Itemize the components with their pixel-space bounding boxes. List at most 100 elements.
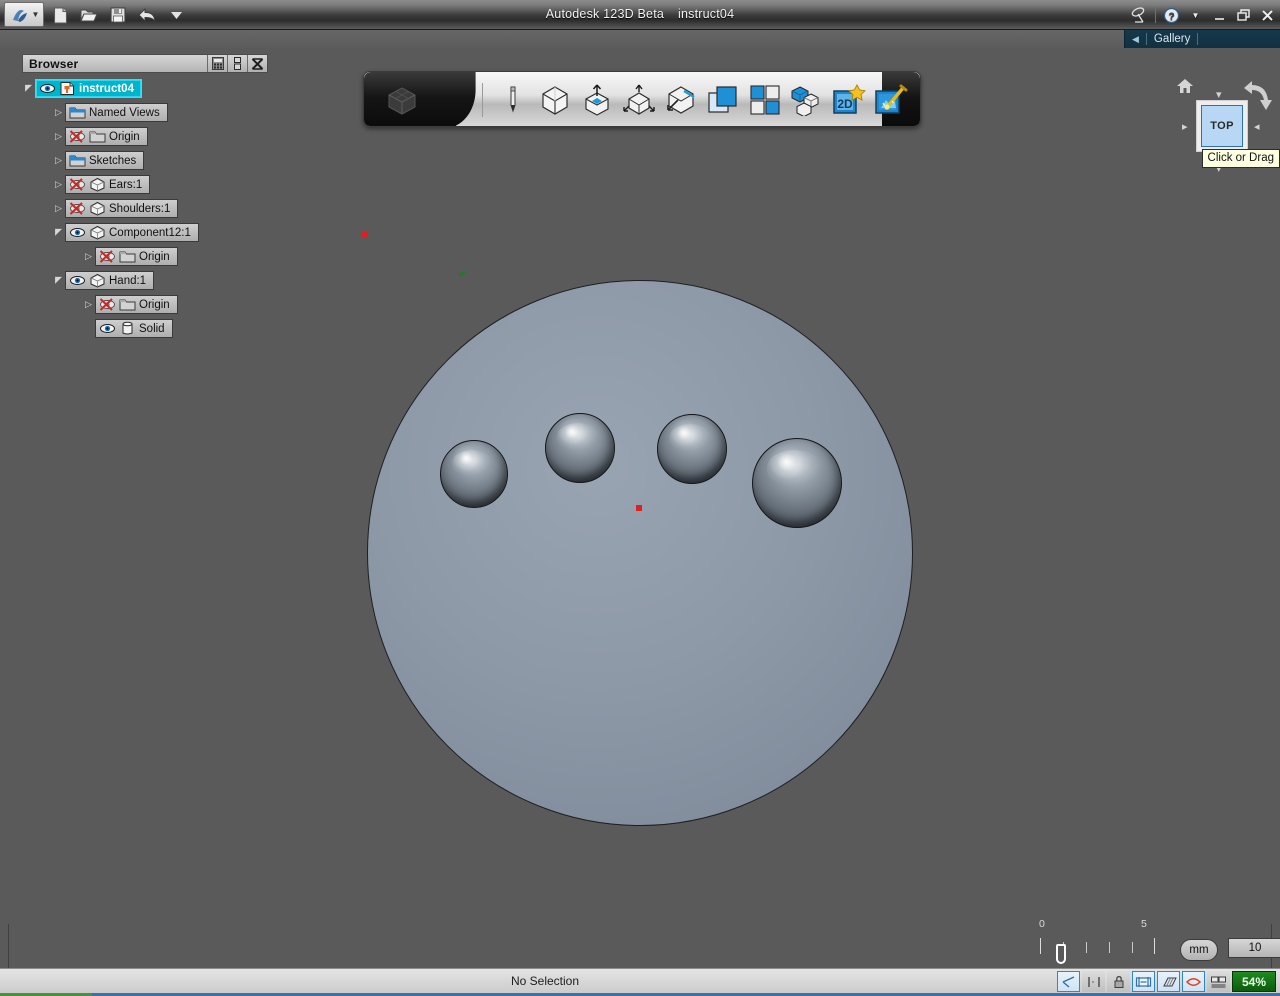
viewcube-arrow-right-icon[interactable]: ◂: [1254, 120, 1260, 133]
sphere-1[interactable]: [440, 440, 508, 508]
tree-item-sketches[interactable]: Sketches: [65, 151, 145, 170]
undo-icon[interactable]: [137, 5, 157, 25]
viewcube-face-label[interactable]: TOP: [1201, 105, 1243, 147]
zoom-level[interactable]: 54%: [1232, 971, 1276, 992]
tree-expand-open-icon[interactable]: ◢: [52, 276, 65, 286]
save-file-icon[interactable]: [108, 5, 128, 25]
tree-expand-open-icon[interactable]: ◢: [22, 84, 35, 94]
combine-icon[interactable]: [705, 81, 741, 119]
tree-item-instruct04[interactable]: instruct04: [35, 79, 142, 98]
lock-icon[interactable]: [1107, 971, 1130, 992]
eye-icon[interactable]: [39, 81, 56, 96]
toolbar-buttons[interactable]: 2D: [476, 72, 920, 126]
sphere-2[interactable]: [545, 413, 615, 483]
model-tree[interactable]: ◢ instruct04 ▷ Named Views ▷ Origin ▷ Sketches ▷…: [22, 78, 268, 339]
tree-item-origin[interactable]: Origin: [95, 295, 178, 314]
constraint-icon[interactable]: [1182, 971, 1205, 992]
tree-item-solid[interactable]: Solid: [95, 319, 173, 338]
material-wand-icon[interactable]: [873, 81, 909, 119]
tree-expand-closed-icon[interactable]: ▷: [52, 180, 65, 189]
tree-row[interactable]: ▷ Ears:1: [22, 174, 268, 195]
2d-drawing-icon[interactable]: 2D: [831, 81, 867, 119]
tree-expand-closed-icon[interactable]: ▷: [82, 252, 95, 261]
eye-icon[interactable]: [99, 321, 116, 336]
scale-ruler[interactable]: 0 5 1 mm 10: [1030, 916, 1280, 968]
browser-panel[interactable]: Browser ◢ instruct04 ▷ Named Views ▷ Ori…: [22, 54, 268, 342]
gallery-collapse-icon[interactable]: ◀: [1132, 34, 1139, 45]
sphere-3[interactable]: [657, 414, 727, 484]
tree-row[interactable]: ◢ Component12:1: [22, 222, 268, 243]
tree-row[interactable]: ◢ Hand:1: [22, 270, 268, 291]
select-tool-icon[interactable]: [1057, 971, 1080, 992]
assembly-icon[interactable]: [789, 81, 825, 119]
tree-item-origin[interactable]: Origin: [65, 127, 148, 146]
modify-icon[interactable]: [621, 81, 657, 119]
tree-expand-closed-icon[interactable]: ▷: [82, 300, 95, 309]
tree-row[interactable]: ▷ Shoulders:1: [22, 198, 268, 219]
browser-title: Browser: [29, 56, 79, 71]
tree-row[interactable]: ▷ Origin: [22, 246, 268, 267]
eye-off-icon[interactable]: [69, 129, 86, 144]
tree-expand-closed-icon[interactable]: ▷: [52, 204, 65, 213]
tree-item-shoulders-1[interactable]: Shoulders:1: [65, 199, 179, 218]
browser-dock-icon[interactable]: [227, 55, 247, 72]
tree-item-component12-1[interactable]: Component12:1: [65, 223, 199, 242]
scale-max-value[interactable]: 10: [1228, 938, 1280, 958]
tree-row[interactable]: ▷ Sketches: [22, 150, 268, 171]
help-dropdown-icon[interactable]: ▼: [1187, 5, 1204, 25]
model-disk[interactable]: [367, 280, 913, 826]
help-icon[interactable]: ?: [1163, 5, 1180, 25]
status-toggles[interactable]: 54%: [1057, 971, 1276, 992]
primitive-cube-icon[interactable]: [537, 81, 573, 119]
grid-icon[interactable]: [1157, 971, 1180, 992]
new-file-icon[interactable]: [50, 5, 70, 25]
viewcube-arrow-left-icon[interactable]: ▸: [1182, 120, 1188, 133]
measure-icon[interactable]: [1082, 971, 1105, 992]
sketch-pencil-icon[interactable]: [495, 81, 531, 119]
restore-icon[interactable]: [1235, 5, 1252, 25]
tree-expand-closed-icon[interactable]: ▷: [52, 132, 65, 141]
gallery-label[interactable]: Gallery: [1154, 33, 1190, 45]
close-icon[interactable]: [1259, 5, 1276, 25]
eye-off-icon[interactable]: [99, 297, 116, 312]
window-controls[interactable]: ? ▼: [1131, 3, 1276, 27]
view-split-icon[interactable]: [1207, 971, 1230, 992]
customize-quick-access-icon[interactable]: [166, 5, 186, 25]
viewcube-face[interactable]: TOP: [1196, 100, 1248, 152]
tree-row[interactable]: ◢ instruct04: [22, 78, 268, 99]
viewcube[interactable]: ▾ ▸ ◂ ▾ TOP Click or Drag: [1160, 70, 1280, 180]
autodesk-123d-logo-icon[interactable]: ▼: [4, 2, 44, 27]
tree-item-hand-1[interactable]: Hand:1: [65, 271, 155, 290]
tree-item-named-views[interactable]: Named Views: [65, 103, 168, 122]
main-toolbar[interactable]: 2D: [363, 71, 921, 127]
tree-row[interactable]: ▷ Named Views: [22, 102, 268, 123]
broadcast-icon[interactable]: [1131, 5, 1148, 25]
scale-unit-button[interactable]: mm: [1180, 939, 1218, 961]
tree-row[interactable]: Solid: [22, 318, 268, 339]
tree-expand-closed-icon[interactable]: ▷: [52, 108, 65, 117]
scale-slider-handle[interactable]: [1056, 944, 1066, 964]
pattern-cut-icon[interactable]: [663, 81, 699, 119]
open-file-icon[interactable]: [79, 5, 99, 25]
tree-expand-open-icon[interactable]: ◢: [52, 228, 65, 238]
sphere-4[interactable]: [752, 438, 842, 528]
extrude-icon[interactable]: [579, 81, 615, 119]
tree-item-ears-1[interactable]: Ears:1: [65, 175, 151, 194]
tree-item-origin[interactable]: Origin: [95, 247, 178, 266]
eye-icon[interactable]: [69, 273, 86, 288]
minimize-icon[interactable]: [1211, 5, 1228, 25]
tree-row[interactable]: ▷ Origin: [22, 126, 268, 147]
gallery-panel-header[interactable]: ◀ Gallery: [1124, 30, 1280, 48]
browser-filter-icon[interactable]: [207, 55, 227, 72]
eye-icon[interactable]: [69, 225, 86, 240]
tree-expand-closed-icon[interactable]: ▷: [52, 156, 65, 165]
eye-off-icon[interactable]: [69, 201, 86, 216]
grouping-icon[interactable]: [747, 81, 783, 119]
snap-icon[interactable]: [1132, 971, 1155, 992]
browser-close-icon[interactable]: [247, 55, 267, 72]
quick-access-toolbar[interactable]: [50, 3, 186, 27]
home-icon[interactable]: [1176, 78, 1194, 99]
tree-row[interactable]: ▷ Origin: [22, 294, 268, 315]
eye-off-icon[interactable]: [99, 249, 116, 264]
eye-off-icon[interactable]: [69, 177, 86, 192]
